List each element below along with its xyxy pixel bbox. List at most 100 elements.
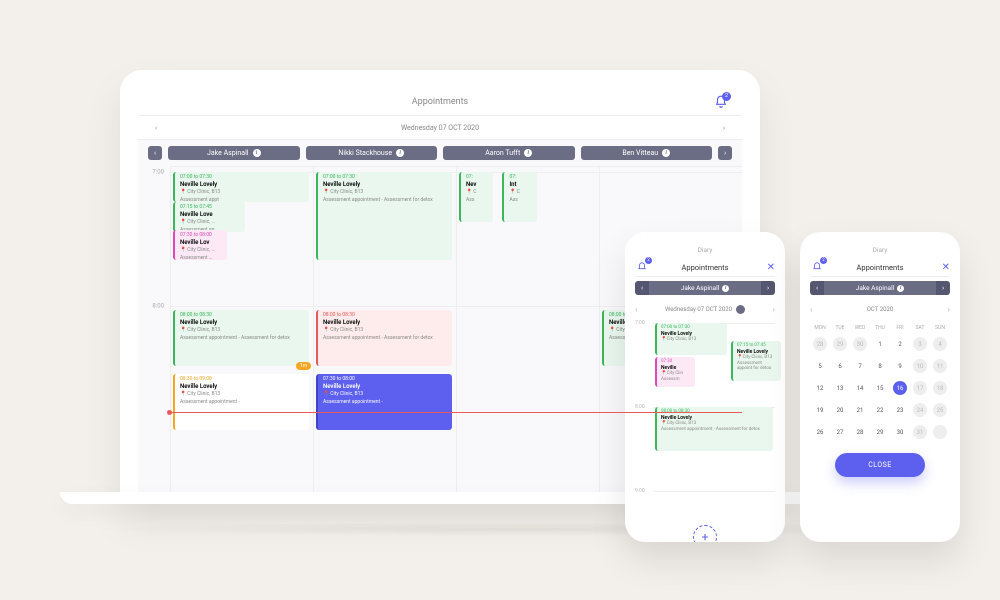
current-month: OCT 2020 bbox=[867, 306, 893, 313]
calendar-day[interactable]: 10 bbox=[910, 357, 930, 375]
calendar-day[interactable]: 31 bbox=[910, 423, 930, 441]
calendar-day[interactable]: 19 bbox=[810, 401, 830, 419]
calendar-day[interactable]: 13 bbox=[830, 379, 850, 397]
calendar-day[interactable]: 29 bbox=[870, 423, 890, 441]
date-bar: ‹ Wednesday 07 OCT 2020 › bbox=[138, 116, 742, 140]
calendar-day[interactable]: 28 bbox=[850, 423, 870, 441]
appt-patient: Neville Lovely bbox=[323, 319, 449, 326]
notifications-button[interactable]: 2 bbox=[714, 95, 728, 109]
date-prev-button[interactable]: ‹ bbox=[148, 120, 164, 136]
hour-label: 9:00 bbox=[635, 488, 645, 494]
add-appointment-button[interactable]: + bbox=[693, 525, 717, 542]
calendar-day[interactable]: 3 bbox=[910, 335, 930, 353]
calendar-day[interactable]: 12 bbox=[810, 379, 830, 397]
calendar-day[interactable]: 30 bbox=[850, 335, 870, 353]
calendar-day[interactable]: 20 bbox=[830, 401, 850, 419]
schedule-col-2: 07:Nev📍CAss 07:Int📍CAss bbox=[456, 166, 599, 500]
phone-notifications-button[interactable]: 2 bbox=[635, 260, 649, 274]
appointment-card[interactable]: 07:Nev📍CAss bbox=[459, 172, 493, 222]
month-calendar: MONTUEWEDTHUFRISATSUN 282930123456789101… bbox=[810, 325, 950, 441]
calendar-day[interactable]: 29 bbox=[830, 335, 850, 353]
calendar-day[interactable]: 18 bbox=[930, 379, 950, 397]
hour-label: 8:00 bbox=[635, 404, 645, 410]
calendar-day[interactable]: 17 bbox=[910, 379, 930, 397]
calendar-day[interactable]: 2 bbox=[890, 335, 910, 353]
appointment-card[interactable]: 08:00 to 08:30Neville Lovely📍City Clinic… bbox=[173, 310, 309, 366]
calendar-day[interactable]: 23 bbox=[890, 401, 910, 419]
appointment-card[interactable]: 07:15 to 07:45Neville Lovely📍City Clinic… bbox=[731, 341, 781, 381]
appointment-card[interactable]: 07:Int📍CAss bbox=[502, 172, 536, 222]
calendar-day[interactable]: 5 bbox=[810, 357, 830, 375]
appointment-card[interactable]: 07:00 to 07:30Neville Lovely📍City Clinic… bbox=[655, 323, 727, 355]
appointment-card[interactable]: 08:00 to 08:30Neville Lovely📍City Clinic… bbox=[655, 407, 773, 451]
calendar-day[interactable]: 16 bbox=[890, 379, 910, 397]
appointment-card[interactable]: 07:00 to 07:30Neville Lovely📍City Clinic… bbox=[173, 172, 309, 202]
calendar-day[interactable]: 11 bbox=[930, 357, 950, 375]
staff-next-button[interactable]: › bbox=[718, 146, 732, 160]
calendar-day[interactable]: 7 bbox=[850, 357, 870, 375]
date-next-button[interactable]: › bbox=[716, 120, 732, 136]
calendar-day[interactable]: 25 bbox=[930, 401, 950, 419]
appt-desc: Assessment appointment - Assessment for … bbox=[323, 335, 449, 341]
hour-label: 7:00 bbox=[152, 169, 164, 176]
appointment-card[interactable]: 07:30Neville📍City ClinAssessm bbox=[655, 357, 695, 387]
appointment-card[interactable]: 07:30 to 08:00Neville Lov📍City Clinic, …… bbox=[173, 230, 227, 260]
staff-tab-0[interactable]: Jake Aspinalli bbox=[168, 146, 300, 160]
calendar-day[interactable]: 14 bbox=[850, 379, 870, 397]
appointment-card[interactable]: 07:00 to 07:30Neville Lovely📍City Clinic… bbox=[316, 172, 452, 260]
time-badge: 1m bbox=[296, 362, 311, 370]
calendar-day[interactable]: 28 bbox=[810, 335, 830, 353]
appointment-card[interactable]: 07:15 to 07:45Neville Love📍City Clinic, … bbox=[173, 202, 245, 232]
phone-date-next[interactable]: › bbox=[773, 305, 775, 314]
calendar-day[interactable]: 30 bbox=[890, 423, 910, 441]
phone-header: 2 Appointments ✕ bbox=[635, 258, 775, 276]
calendar-day[interactable]: 22 bbox=[870, 401, 890, 419]
month-prev[interactable]: ‹ bbox=[810, 305, 812, 314]
calendar-day[interactable]: 27 bbox=[830, 423, 850, 441]
appt-patient: Neville Love bbox=[180, 211, 242, 218]
info-icon: i bbox=[662, 149, 670, 157]
calendar-close-button[interactable]: CLOSE bbox=[835, 453, 925, 477]
staff-tab-2[interactable]: Aaron Tuffti bbox=[443, 146, 575, 160]
phone-top-title: Diary bbox=[635, 242, 775, 258]
appt-time: 07: bbox=[509, 174, 533, 180]
calendar-day[interactable]: 6 bbox=[830, 357, 850, 375]
appt-patient: Neville Lovely bbox=[323, 383, 449, 390]
appt-location: 📍City Clinic, B13 bbox=[180, 391, 306, 397]
phone-close-button[interactable]: ✕ bbox=[942, 262, 950, 273]
calendar-day[interactable]: 21 bbox=[850, 401, 870, 419]
calendar-day[interactable]: 26 bbox=[810, 423, 830, 441]
calendar-day[interactable]: 1 bbox=[870, 335, 890, 353]
appt-location: 📍C bbox=[509, 189, 533, 195]
phone-close-button[interactable]: ✕ bbox=[767, 262, 775, 273]
phone-staff-prev[interactable]: ‹ bbox=[635, 281, 649, 295]
month-next[interactable]: › bbox=[948, 305, 950, 314]
phone-staff-prev[interactable]: ‹ bbox=[810, 281, 824, 295]
appt-patient: Neville Lovely bbox=[180, 181, 306, 188]
phone-staff-next[interactable]: › bbox=[936, 281, 950, 295]
staff-tab-1[interactable]: Nikki Stackhousei bbox=[306, 146, 438, 160]
calendar-day[interactable]: 15 bbox=[870, 379, 890, 397]
appt-location: 📍City Clinic, B13 bbox=[323, 327, 449, 333]
info-icon: i bbox=[524, 149, 532, 157]
calendar-day[interactable]: 24 bbox=[910, 401, 930, 419]
appt-patient: Neville Lov bbox=[180, 239, 224, 246]
staff-prev-button[interactable]: ‹ bbox=[148, 146, 162, 160]
phone-notifications-button[interactable]: 2 bbox=[810, 260, 824, 274]
appt-desc: Assessment appointment - bbox=[180, 399, 306, 405]
phone-staff-current[interactable]: Jake Aspinalli bbox=[649, 281, 761, 295]
calendar-day[interactable]: 9 bbox=[890, 357, 910, 375]
calendar-day[interactable]: 4 bbox=[930, 335, 950, 353]
phone-staff-next[interactable]: › bbox=[761, 281, 775, 295]
appointment-card[interactable]: 08:30 to 09:00Neville Lovely📍City Clinic… bbox=[173, 374, 309, 430]
appt-desc: Assessment appointment - Assessment for … bbox=[180, 335, 306, 341]
staff-tab-3[interactable]: Ben Vitteaui bbox=[581, 146, 713, 160]
phone-date-prev[interactable]: ‹ bbox=[635, 305, 637, 314]
calendar-icon[interactable] bbox=[736, 305, 745, 314]
phone-staff-current[interactable]: Jake Aspinalli bbox=[824, 281, 936, 295]
bell-icon bbox=[812, 262, 822, 272]
schedule-col-0: 07:00 to 07:30Neville Lovely📍City Clinic… bbox=[170, 166, 313, 500]
calendar-day[interactable]: 8 bbox=[870, 357, 890, 375]
appointment-card[interactable]: 07:30 to 08:00Neville Lovely📍City Clinic… bbox=[316, 374, 452, 430]
appointment-card[interactable]: 08:00 to 08:30Neville Lovely📍City Clinic… bbox=[316, 310, 452, 366]
